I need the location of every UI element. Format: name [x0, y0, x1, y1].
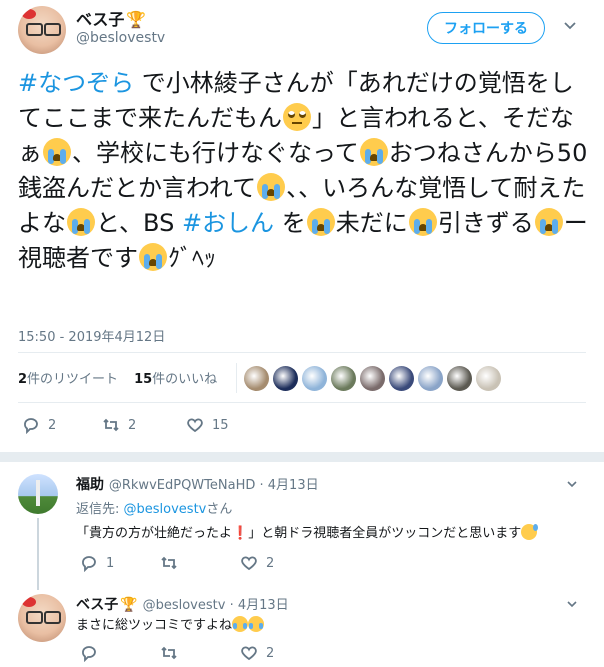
chevron-down-icon[interactable]: [566, 598, 578, 613]
tweet-text-segment: を: [274, 209, 306, 237]
reply-text: まさに総ツッコミですよね: [76, 614, 265, 633]
liker-avatar[interactable]: [389, 366, 414, 391]
reply-date[interactable]: 4月13日: [238, 598, 289, 613]
crying-face-icon: [67, 208, 95, 236]
crying-face-icon: [257, 173, 286, 201]
reply-icon: [22, 416, 40, 434]
reply-actions: 1 2: [80, 554, 274, 572]
stats-separator: [236, 363, 237, 393]
like-button[interactable]: 2: [240, 644, 274, 662]
reply-author-name[interactable]: ベス子 🏆 @beslovestv · 4月13日: [76, 594, 289, 614]
crying-face-icon: [359, 138, 388, 166]
reply-icon: [80, 554, 98, 572]
retweet-button[interactable]: [160, 554, 240, 572]
thread-line: [37, 518, 39, 590]
reply-date[interactable]: 4月13日: [268, 478, 319, 493]
face-rolling-eyes-icon: [283, 103, 311, 131]
trophy-icon: 🏆: [120, 597, 138, 613]
heart-icon: [186, 416, 204, 434]
trophy-icon: 🏆: [126, 10, 147, 29]
liker-avatars: [244, 366, 501, 391]
retweet-button[interactable]: [160, 644, 240, 662]
like-count: 15: [212, 417, 229, 433]
tears-of-joy-icon: [232, 616, 249, 632]
tweet-actions: 2 2 15: [22, 416, 229, 434]
like-count: 2: [266, 555, 275, 571]
reply-author-handle[interactable]: @RkwvEdPQWTeNaHD: [109, 478, 256, 493]
author-handle[interactable]: @beslovestv: [76, 30, 165, 46]
liker-avatar[interactable]: [476, 366, 501, 391]
tweet-text-segment: 引きずる: [437, 209, 534, 237]
like-count: 2: [266, 645, 275, 661]
retweet-icon: [160, 644, 178, 662]
section-divider: [0, 452, 604, 462]
chevron-down-icon[interactable]: [563, 18, 577, 32]
reply-count: 2: [48, 417, 57, 433]
crying-face-icon: [43, 138, 71, 166]
divider: [18, 402, 586, 403]
crying-face-icon: [139, 243, 167, 271]
reply-button[interactable]: 1: [80, 554, 160, 572]
heart-icon: [240, 644, 258, 662]
tweet-text-segment: ｸﾞﾍｯ: [168, 244, 216, 272]
author-avatar[interactable]: [18, 6, 66, 54]
reply-icon: [80, 644, 98, 662]
tweet-timestamp[interactable]: 15:50 - 2019年4月12日: [18, 326, 165, 345]
reply-author-name[interactable]: 福助 @RkwvEdPQWTeNaHD · 4月13日: [76, 474, 319, 494]
reply-to-link[interactable]: @beslovestv: [124, 502, 207, 517]
heart-icon: [240, 554, 258, 572]
like-stats[interactable]: 15件のいいね: [134, 368, 217, 387]
liker-avatar[interactable]: [360, 366, 385, 391]
reply-avatar[interactable]: [18, 474, 58, 514]
author-name[interactable]: ベス子 🏆: [76, 6, 146, 30]
liker-avatar[interactable]: [418, 366, 443, 391]
chevron-down-icon[interactable]: [566, 478, 578, 493]
crying-face-icon: [306, 208, 335, 236]
reply-avatar[interactable]: [18, 594, 66, 642]
follow-button[interactable]: フォローする: [427, 12, 545, 44]
reply-text: 「貴方の方が壮絶だったよ❗」と朝ドラ視聴者全員がツッコンだと思います: [76, 522, 596, 541]
retweet-count: 2: [128, 417, 137, 433]
reply-actions: 2: [80, 644, 274, 662]
liker-avatar[interactable]: [302, 366, 327, 391]
liker-avatar[interactable]: [447, 366, 472, 391]
reply-button[interactable]: [80, 644, 160, 662]
reply-count: 1: [106, 555, 115, 571]
tears-of-joy-icon: [248, 616, 265, 632]
liker-avatar[interactable]: [331, 366, 356, 391]
tweet-text: #なつぞら で小林綾子さんが「あれだけの覚悟をしてここまで来たんだもん 」と言われ…: [18, 66, 588, 276]
retweet-icon: [160, 554, 178, 572]
crying-face-icon: [408, 208, 437, 236]
tweet-text-segment: 未だに: [335, 209, 408, 237]
hashtag-natsuzora[interactable]: #なつぞら: [18, 69, 134, 97]
tweet-text-segment: 、学校にも行けなぐなって: [72, 139, 359, 167]
exclamation-icon: ❗: [232, 526, 249, 541]
retweet-button[interactable]: 2: [102, 416, 186, 434]
retweet-icon: [102, 416, 120, 434]
grinning-sweat-icon: [521, 524, 539, 540]
reply-author-handle[interactable]: @beslovestv: [143, 598, 226, 613]
tweet-stats: 2件のリツイート 15件のいいね: [18, 368, 217, 387]
reply-button[interactable]: 2: [22, 416, 102, 434]
like-button[interactable]: 2: [240, 554, 274, 572]
retweet-stats[interactable]: 2件のリツイート: [18, 368, 118, 387]
liker-avatar[interactable]: [244, 366, 269, 391]
crying-face-icon: [534, 208, 563, 236]
tweet-text-segment: と、BS: [96, 209, 182, 237]
reply-to-line: 返信先: @beslovestvさん: [76, 502, 233, 517]
divider: [18, 352, 586, 353]
like-button[interactable]: 15: [186, 416, 229, 434]
hashtag-oshin[interactable]: #おしん: [182, 209, 274, 237]
liker-avatar[interactable]: [273, 366, 298, 391]
